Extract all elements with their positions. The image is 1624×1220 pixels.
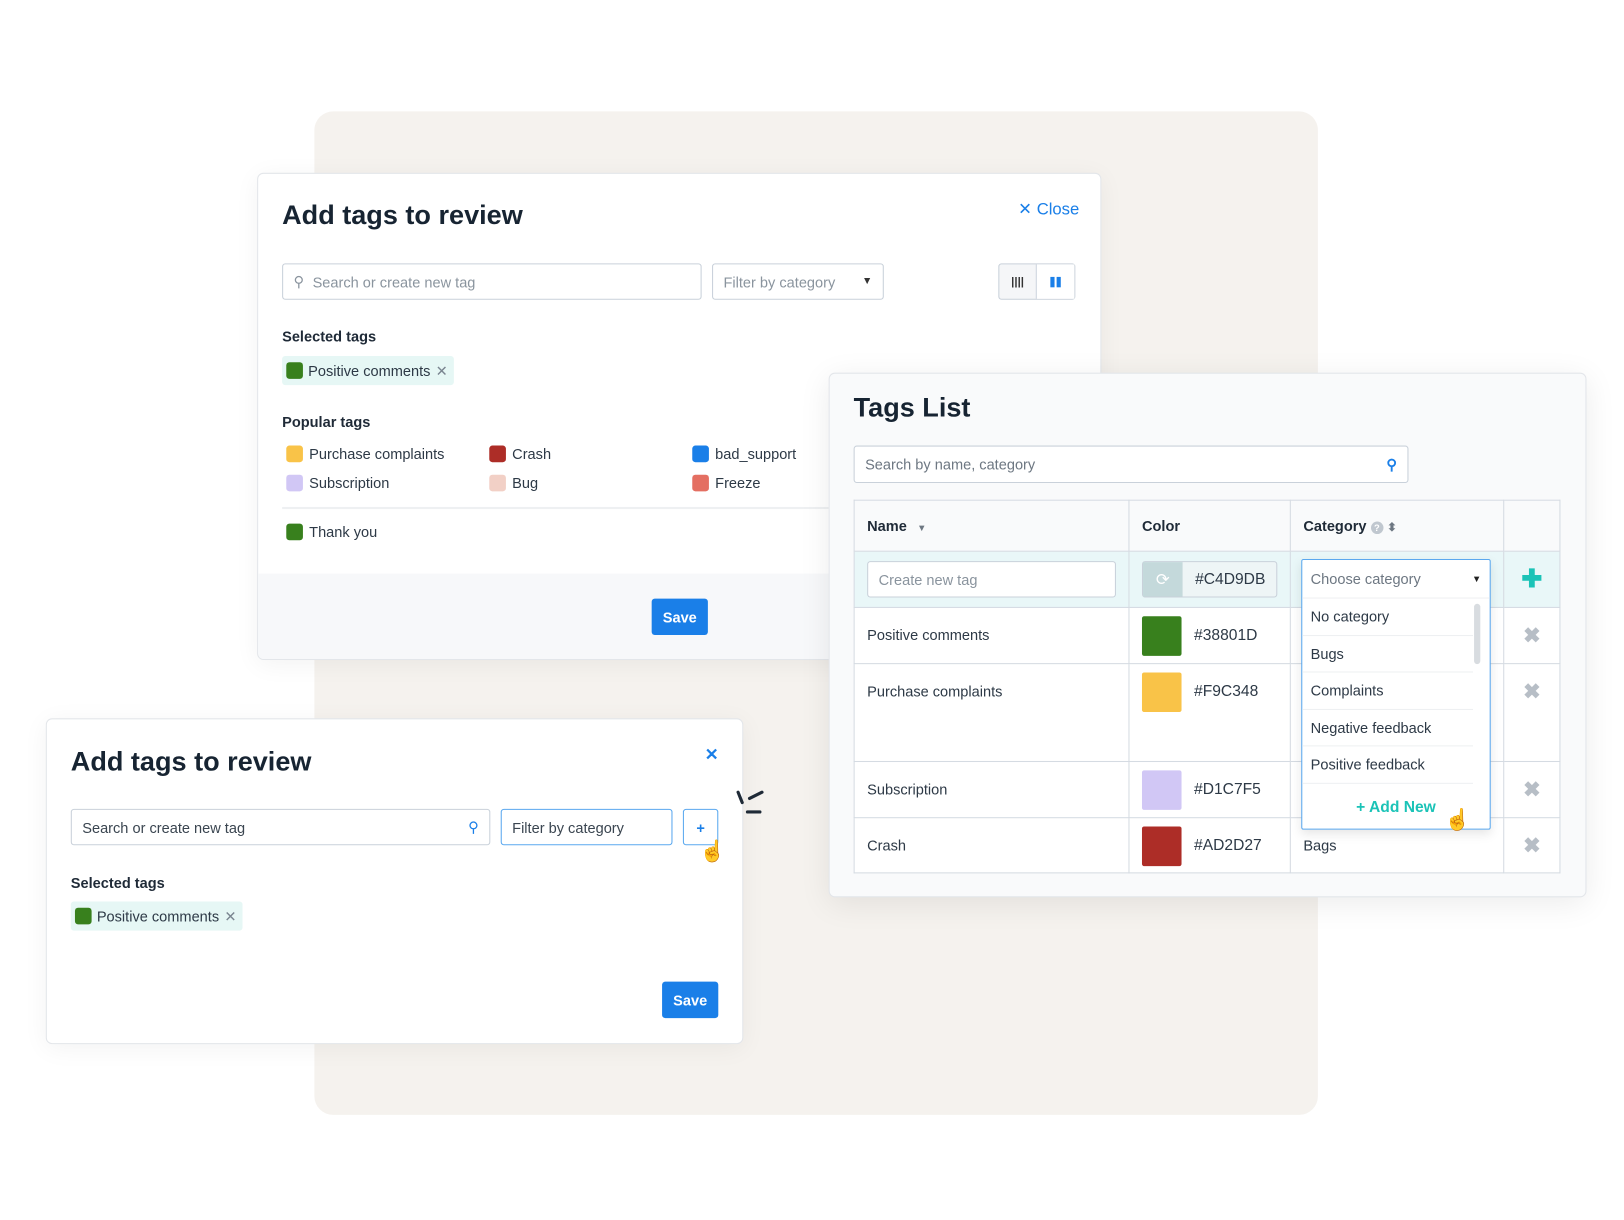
category-option[interactable]: No category xyxy=(1302,599,1474,636)
sort-icon[interactable]: ⬍ xyxy=(1387,522,1397,534)
delete-icon[interactable]: ✖ xyxy=(1503,663,1561,763)
tag-name: Purchase complaints xyxy=(853,663,1130,763)
filter-category-select[interactable]: Filter by category ▼ xyxy=(712,263,884,300)
popular-tag[interactable]: Purchase complaints xyxy=(286,445,444,463)
remove-tag-icon[interactable]: ✕ xyxy=(224,907,236,925)
popular-tag[interactable]: Bug xyxy=(489,474,538,492)
pointer-cursor-icon: ☝ xyxy=(1444,808,1471,832)
caret-down-icon: ▼ xyxy=(862,275,873,288)
tag-name: Crash xyxy=(853,817,1130,874)
tag-color-swatch[interactable] xyxy=(1141,770,1182,810)
tag-color-swatch[interactable] xyxy=(1141,616,1182,656)
dropdown-scrollbar[interactable] xyxy=(1474,603,1481,665)
add-row-icon[interactable]: ✚ xyxy=(1503,550,1561,608)
pointer-cursor-icon: ☝ xyxy=(699,840,726,863)
remove-tag-icon[interactable]: ✕ xyxy=(436,362,448,380)
tag-name: Subscription xyxy=(853,760,1130,819)
close-button[interactable]: ✕ Close xyxy=(1018,199,1079,220)
popular-tag[interactable]: Crash xyxy=(489,445,551,463)
popular-tag[interactable]: bad_support xyxy=(692,445,796,463)
category-dropdown[interactable]: Choose category ▼ No category Bugs Complain… xyxy=(1301,559,1491,832)
sort-down-icon: ▼ xyxy=(917,522,927,533)
divider xyxy=(282,506,829,510)
selected-tags-label: Selected tags xyxy=(282,327,377,345)
tag-color-swatch xyxy=(692,445,709,463)
refresh-color-icon[interactable]: ⟳ xyxy=(1143,562,1183,597)
new-tag-name-input[interactable]: Create new tag xyxy=(867,561,1116,598)
popular-tag[interactable]: Freeze xyxy=(692,474,761,492)
tag-color-swatch xyxy=(74,907,92,925)
category-option[interactable]: Negative feedback xyxy=(1302,709,1474,747)
tag-color-swatch[interactable] xyxy=(1141,826,1182,867)
category-column-header[interactable]: Category ? ⬍ xyxy=(1289,499,1505,552)
tag-color-swatch xyxy=(692,474,709,492)
category-option[interactable]: Bugs xyxy=(1302,636,1474,673)
delete-icon[interactable]: ✖ xyxy=(1503,817,1561,874)
search-input[interactable]: ⚲ Search or create new tag xyxy=(282,263,702,300)
list-view-button[interactable]: |||| xyxy=(999,264,1037,299)
filter-category-input[interactable]: Filter by category xyxy=(500,808,673,846)
view-toggle: |||| xyxy=(998,263,1076,300)
help-icon[interactable]: ? xyxy=(1370,521,1384,535)
close-icon[interactable]: ✕ xyxy=(705,744,719,765)
columns-icon xyxy=(1050,276,1061,287)
search-icon: ⚲ xyxy=(293,272,305,290)
grid-view-button[interactable] xyxy=(1036,264,1075,299)
new-tag-color-input[interactable]: ⟳ #C4D9DB xyxy=(1141,561,1278,598)
popular-tags-label: Popular tags xyxy=(282,413,371,430)
tags-search-input[interactable]: Search by name, category ⚲ xyxy=(853,445,1409,484)
tag-color-swatch[interactable] xyxy=(1141,672,1182,713)
dialog-title: Add tags to review xyxy=(282,198,523,231)
color-column-header: Color xyxy=(1128,499,1291,552)
tag-name: Positive comments xyxy=(853,606,1130,665)
search-input[interactable]: Search or create new tag ⚲ xyxy=(70,808,491,846)
category-option[interactable]: Complaints xyxy=(1302,672,1474,710)
selected-tags-label: Selected tags xyxy=(70,874,165,892)
tag-color-swatch xyxy=(286,362,303,379)
popular-tag[interactable]: Thank you xyxy=(286,523,377,541)
save-button[interactable]: Save xyxy=(651,598,708,636)
tag-color-swatch xyxy=(286,523,303,541)
tag-color-swatch xyxy=(286,445,303,463)
click-effect-icon xyxy=(736,790,764,814)
name-column-header[interactable]: Name ▼ xyxy=(853,499,1130,552)
selected-tag-chip: Positive comments ✕ xyxy=(70,901,243,931)
dialog-title: Add tags to review xyxy=(70,745,312,777)
search-icon: ⚲ xyxy=(1386,455,1398,473)
tag-color-swatch xyxy=(489,474,506,492)
caret-down-icon: ▼ xyxy=(1472,573,1482,585)
delete-icon[interactable]: ✖ xyxy=(1503,760,1561,819)
search-icon: ⚲ xyxy=(468,818,479,835)
save-button[interactable]: Save xyxy=(662,981,719,1019)
category-option[interactable]: Positive feedback xyxy=(1302,746,1474,784)
tag-color-swatch xyxy=(489,445,506,463)
tags-list-title: Tags List xyxy=(853,391,971,423)
selected-tag-chip: Positive comments ✕ xyxy=(282,356,455,386)
delete-icon[interactable]: ✖ xyxy=(1503,606,1561,665)
close-icon: ✕ xyxy=(1018,200,1037,219)
tag-color-swatch xyxy=(286,474,303,492)
popular-tag[interactable]: Subscription xyxy=(286,474,389,492)
